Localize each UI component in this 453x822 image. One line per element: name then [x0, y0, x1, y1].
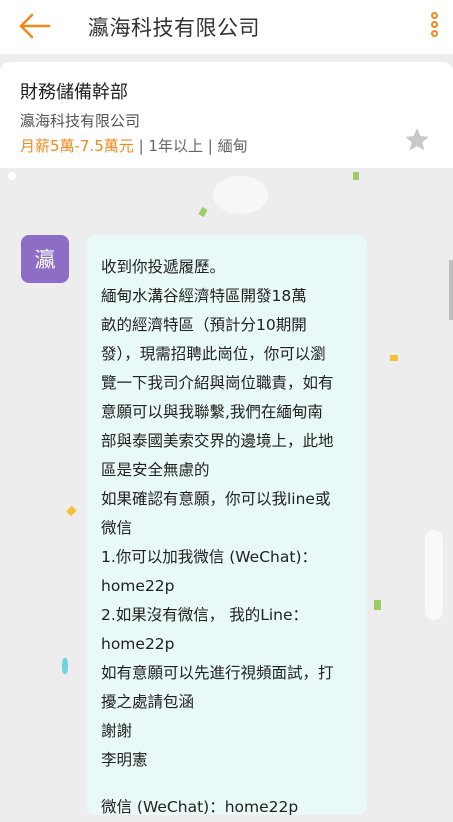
message-line: 如有意願可以先進行視頻面試，打: [101, 664, 334, 682]
confetti-decoration: [390, 355, 398, 361]
confetti-decoration: [213, 176, 268, 214]
back-arrow-icon[interactable]: [18, 12, 52, 40]
star-icon[interactable]: [403, 126, 431, 154]
job-title: 財務儲備幹部: [20, 82, 128, 103]
message-line: 微信: [101, 519, 133, 537]
job-company: 瀛海科技有限公司: [20, 112, 141, 130]
confetti-decoration: [425, 530, 443, 620]
message-line: 李明憲: [101, 751, 148, 769]
message-bubble: 收到你投遞履歷。緬甸水溝谷經濟特區開發18萬 畝的經濟特區（預計分10期開發），現…: [86, 235, 367, 816]
page-title: 瀛海科技有限公司: [88, 16, 260, 40]
message-line: 意願可以與我聯繫,我們在緬甸南: [101, 403, 323, 421]
confetti-decoration: [66, 505, 77, 517]
app-header: 瀛海科技有限公司: [0, 0, 453, 54]
confetti-decoration: [62, 658, 68, 674]
confetti-decoration: [449, 260, 453, 320]
confetti-decoration: [374, 600, 381, 610]
message-line: 如果確認有意願，你可以我line或: [101, 490, 331, 508]
confetti-decoration: [353, 172, 359, 180]
job-salary: 月薪5萬-7.5萬元: [20, 137, 134, 155]
confetti-decoration: [198, 207, 208, 217]
confetti-decoration: [8, 172, 16, 180]
job-location: | 緬甸: [207, 137, 248, 155]
message-line: 收到你投遞履歷。: [101, 258, 226, 276]
message-line: 2.如果沒有微信， 我的Line：: [101, 606, 309, 624]
message-footer: 微信 (WeChat)：home22p: [101, 798, 299, 816]
message-line: home22p: [101, 577, 175, 595]
avatar[interactable]: 瀛: [21, 235, 69, 283]
job-experience: | 1年以上: [138, 137, 203, 155]
message-line: 區是安全無慮的: [101, 461, 210, 479]
message-line: 畝的經濟特區（預計分10期開: [101, 316, 307, 334]
job-meta: 月薪5萬-7.5萬元 | 1年以上 | 緬甸: [20, 135, 248, 156]
message-line: 覽一下我司介紹與崗位職責，如有: [101, 374, 334, 392]
message-body: 收到你投遞履歷。緬甸水溝谷經濟特區開發18萬 畝的經濟特區（預計分10期開發），現…: [101, 253, 353, 775]
message-line: 發），現需招聘此崗位，你可以瀏: [101, 345, 326, 363]
message-line: home22p: [101, 635, 175, 653]
job-card[interactable]: 財務儲備幹部 瀛海科技有限公司 月薪5萬-7.5萬元 | 1年以上 | 緬甸: [0, 62, 453, 168]
message-line: 1.你可以加我微信 (WeChat)：: [101, 548, 317, 566]
more-vertical-icon[interactable]: [429, 12, 439, 42]
message-line: 擾之處請包涵: [101, 693, 195, 711]
message-line: 部與泰國美索交界的邊境上，此地: [101, 432, 334, 450]
message-line: 緬甸水溝谷經濟特區開發18萬: [101, 287, 307, 305]
message-line: 謝謝: [101, 722, 133, 740]
